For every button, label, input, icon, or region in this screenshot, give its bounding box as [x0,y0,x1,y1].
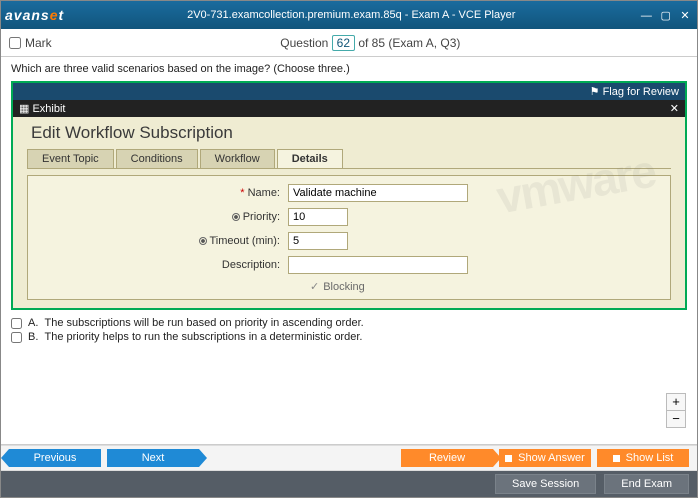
nav-bar: Previous Next Review Show Answer Show Li… [1,445,697,471]
answer-b-checkbox[interactable] [11,332,22,343]
workflow-title: Edit Workflow Subscription [27,121,671,149]
tab-conditions[interactable]: Conditions [116,149,198,168]
description-field[interactable] [288,256,468,274]
answer-b[interactable]: B. The priority helps to run the subscri… [11,330,687,344]
question-info: Question 62 of 85 (Exam A, Q3) [52,35,689,51]
mark-checkbox[interactable]: Mark [9,36,52,50]
review-button[interactable]: Review [401,449,493,467]
tab-event-topic[interactable]: Event Topic [27,149,114,168]
next-button[interactable]: Next [107,449,199,467]
exhibit: ⚑ Flag for Review ▦ Exhibit ✕ vmware Edi… [11,81,687,310]
show-answer-button[interactable]: Show Answer [499,449,591,467]
tabs: Event Topic Conditions Workflow Details [27,149,671,169]
tab-details[interactable]: Details [277,149,343,168]
timeout-field[interactable] [288,232,348,250]
window-controls: — ▢ ✕ [638,8,693,22]
minimize-icon[interactable]: — [638,10,654,22]
close-icon[interactable]: ✕ [677,9,693,22]
mark-input[interactable] [9,37,21,49]
question-number: 62 [332,35,355,51]
footer-bar: Save Session End Exam [1,471,697,497]
flag-review[interactable]: ⚑ Flag for Review [590,85,679,98]
name-label: * Name: [38,187,288,199]
save-session-button[interactable]: Save Session [495,474,596,494]
priority-field[interactable] [288,208,348,226]
name-field[interactable] [288,184,468,202]
zoom-out-icon[interactable]: − [667,411,685,427]
mark-label: Mark [25,36,52,50]
question-bar: Mark Question 62 of 85 (Exam A, Q3) [1,29,697,57]
app-brand: avanset [5,7,64,23]
blocking-checkbox[interactable]: ✓Blocking [296,280,660,293]
exhibit-bar: ▦ Exhibit ✕ [13,100,685,117]
answer-a[interactable]: A. The subscriptions will be run based o… [11,316,687,330]
show-list-button[interactable]: Show List [597,449,689,467]
zoom-control: + − [666,393,686,428]
tab-workflow[interactable]: Workflow [200,149,275,168]
zoom-in-icon[interactable]: + [667,394,685,411]
answer-a-checkbox[interactable] [11,318,22,329]
timeout-label: Timeout (min): [38,235,288,247]
description-label: Description: [38,259,288,271]
title-bar: avanset 2V0-731.examcollection.premium.e… [1,1,697,29]
end-exam-button[interactable]: End Exam [604,474,689,494]
exhibit-topbar: ⚑ Flag for Review [13,83,685,100]
previous-button[interactable]: Previous [9,449,101,467]
window-title: 2V0-731.examcollection.premium.exam.85q … [64,9,638,21]
answer-options: A. The subscriptions will be run based o… [1,314,697,348]
maximize-icon[interactable]: ▢ [658,9,674,22]
priority-label: Priority: [38,211,288,223]
details-form: * Name: Priority: Timeout (min): Descrip… [27,175,671,300]
question-text: Which are three valid scenarios based on… [1,57,697,79]
exhibit-close-icon[interactable]: ✕ [670,102,679,115]
content-area: Which are three valid scenarios based on… [1,57,697,445]
